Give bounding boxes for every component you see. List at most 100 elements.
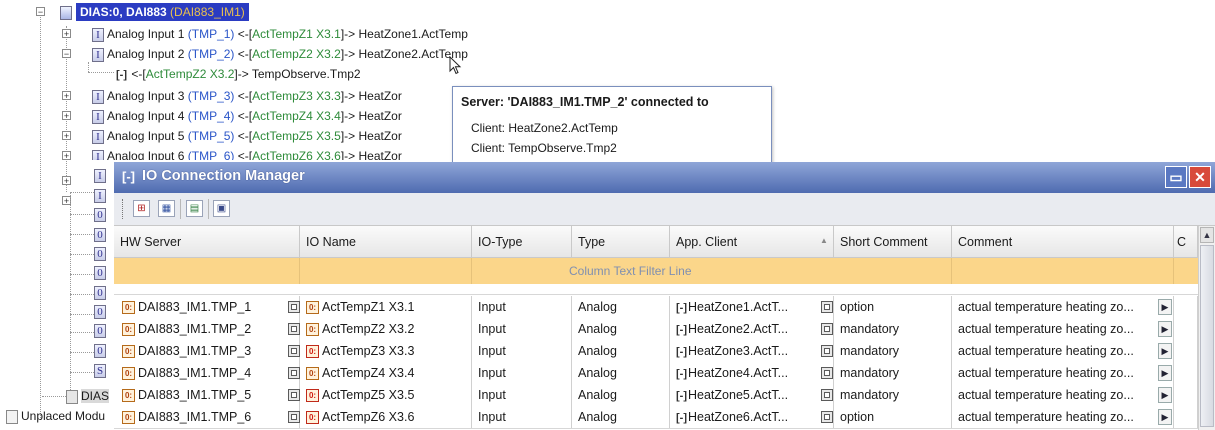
tree-item-analog-input-3[interactable]: + I Analog Input 3 (TMP_3) <-[ActTempZ3 X… <box>62 86 402 106</box>
type-cell[interactable]: Analog <box>572 406 670 428</box>
short-comment-cell[interactable]: option <box>834 296 952 318</box>
column-header-short-comment[interactable]: Short Comment <box>834 226 952 258</box>
tree-item-analog-input-4[interactable]: + I Analog Input 4 (TMP_4) <-[ActTempZ4 X… <box>62 106 402 126</box>
io-name-cell[interactable]: 0: ActTempZ1 X3.1 <box>300 296 472 318</box>
expand-row-arrow-icon[interactable]: ▶ <box>1158 409 1172 425</box>
expand-icon[interactable]: + <box>62 29 71 39</box>
column-header-comment[interactable]: Comment <box>952 226 1174 258</box>
column-header-c[interactable]: C <box>1174 226 1198 258</box>
column-header-type[interactable]: Type <box>572 226 670 258</box>
short-comment-cell[interactable]: mandatory <box>834 362 952 384</box>
io-type-cell[interactable]: Input <box>472 318 572 340</box>
tree-item-unplaced-modules[interactable]: Unplaced Modu <box>6 406 105 426</box>
hw-server-cell[interactable]: 0: DAI883_IM1.TMP_4 <box>114 362 300 384</box>
column-header-io-name[interactable]: IO Name <box>300 226 472 258</box>
app-client-cell[interactable]: [-]HeatZone3.ActT... <box>670 340 834 362</box>
comment-cell[interactable]: actual temperature heating zo... <box>952 384 1174 406</box>
hw-server-cell[interactable]: 0: DAI883_IM1.TMP_2 <box>114 318 300 340</box>
type-cell[interactable]: Analog <box>572 340 670 362</box>
collapse-icon[interactable]: − <box>36 7 45 17</box>
expand-icon[interactable]: + <box>62 176 71 186</box>
app-client-cell[interactable]: [-]HeatZone6.ActT... <box>670 406 834 428</box>
restore-button[interactable]: ▭ <box>1165 166 1187 188</box>
tree-item-analog-input-1[interactable]: + I Analog Input 1 (TMP_1) <-[ActTempZ1 X… <box>62 24 468 44</box>
expand-row-arrow-icon[interactable]: ▶ <box>1158 365 1172 381</box>
hw-server-cell[interactable]: 0: DAI883_IM1.TMP_3 <box>114 340 300 362</box>
app-client-browse-button[interactable] <box>821 345 833 357</box>
io-name-cell[interactable]: 0: ActTempZ4 X3.4 <box>300 362 472 384</box>
expand-icon[interactable]: + <box>62 131 71 141</box>
column-header-io-type[interactable]: IO-Type <box>472 226 572 258</box>
connect-icon[interactable]: ⊞ <box>133 200 150 217</box>
expand-icon[interactable]: + <box>62 111 71 121</box>
table-row[interactable]: 0: DAI883_IM1.TMP_4 0: ActTempZ4 X3.4 Input A… <box>114 362 1198 385</box>
window-titlebar[interactable]: [-] IO Connection Manager ▭ ✕ <box>114 162 1215 193</box>
comment-cell[interactable]: actual temperature heating zo... <box>952 362 1174 384</box>
table-row[interactable]: 0: DAI883_IM1.TMP_3 0: ActTempZ3 X3.3 Input A… <box>114 340 1198 363</box>
collapse-icon[interactable]: − <box>62 49 71 59</box>
hw-server-cell[interactable]: 0: DAI883_IM1.TMP_5 <box>114 384 300 406</box>
type-cell[interactable]: Analog <box>572 296 670 318</box>
type-cell[interactable]: Analog <box>572 318 670 340</box>
short-comment-cell[interactable]: option <box>834 406 952 428</box>
expand-row-arrow-icon[interactable]: ▶ <box>1158 343 1172 359</box>
io-name-cell[interactable]: 0: ActTempZ3 X3.3 <box>300 340 472 362</box>
hw-server-browse-button[interactable] <box>288 411 300 423</box>
expand-row-arrow-icon[interactable]: ▶ <box>1158 321 1172 337</box>
app-client-cell[interactable]: [-]HeatZone4.ActT... <box>670 362 834 384</box>
app-client-cell[interactable]: [-]HeatZone1.ActT... <box>670 296 834 318</box>
type-cell[interactable]: Analog <box>572 362 670 384</box>
disconnect-icon[interactable]: ▦ <box>158 200 175 217</box>
expand-row-arrow-icon[interactable]: ▶ <box>1158 299 1172 315</box>
tree-item-analog-input-6[interactable]: + I Analog Input 6 (TMP_6) <-[ActTempZ6 X… <box>62 146 402 160</box>
expand-icon[interactable]: + <box>62 151 71 160</box>
scroll-thumb[interactable] <box>1200 245 1214 427</box>
app-client-browse-button[interactable] <box>821 389 833 401</box>
app-client-browse-button[interactable] <box>821 301 833 313</box>
filter-icon[interactable]: ▣ <box>213 200 230 217</box>
comment-cell[interactable]: actual temperature heating zo... <box>952 406 1174 428</box>
hw-server-browse-button[interactable] <box>288 323 300 335</box>
hw-server-browse-button[interactable] <box>288 367 300 379</box>
io-type-cell[interactable]: Input <box>472 384 572 406</box>
comment-cell[interactable]: actual temperature heating zo... <box>952 318 1174 340</box>
short-comment-cell[interactable]: mandatory <box>834 340 952 362</box>
hw-server-cell[interactable]: 0: DAI883_IM1.TMP_1 <box>114 296 300 318</box>
app-client-browse-button[interactable] <box>821 323 833 335</box>
short-comment-cell[interactable]: mandatory <box>834 318 952 340</box>
io-name-cell[interactable]: 0: ActTempZ2 X3.2 <box>300 318 472 340</box>
app-client-browse-button[interactable] <box>821 411 833 423</box>
short-comment-cell[interactable]: mandatory <box>834 384 952 406</box>
tree-root-row[interactable]: − <box>36 2 75 22</box>
table-row[interactable]: 0: DAI883_IM1.TMP_1 0: ActTempZ1 X3.1 Input A… <box>114 296 1198 319</box>
expand-icon[interactable]: + <box>62 91 71 101</box>
column-header-app-client[interactable]: App. Client <box>670 226 834 258</box>
hw-server-browse-button[interactable] <box>288 345 300 357</box>
io-type-cell[interactable]: Input <box>472 296 572 318</box>
app-client-browse-button[interactable] <box>821 367 833 379</box>
table-row[interactable]: 0: DAI883_IM1.TMP_6 0: ActTempZ6 X3.6 Input A… <box>114 406 1198 429</box>
table-row[interactable]: 0: DAI883_IM1.TMP_2 0: ActTempZ2 X3.2 Input A… <box>114 318 1198 341</box>
io-name-cell[interactable]: 0: ActTempZ5 X3.5 <box>300 384 472 406</box>
toolbar-grip[interactable] <box>122 199 125 219</box>
type-cell[interactable]: Analog <box>572 384 670 406</box>
comment-cell[interactable]: actual temperature heating zo... <box>952 296 1174 318</box>
app-client-cell[interactable]: [-]HeatZone2.ActT... <box>670 318 834 340</box>
tree-item-dias[interactable]: DIAS <box>66 386 110 406</box>
comment-cell[interactable]: actual temperature heating zo... <box>952 340 1174 362</box>
io-type-cell[interactable]: Input <box>472 340 572 362</box>
table-row[interactable]: 0: DAI883_IM1.TMP_5 0: ActTempZ5 X3.5 Input A… <box>114 384 1198 407</box>
app-client-cell[interactable]: [-]HeatZone5.ActT... <box>670 384 834 406</box>
hw-server-browse-button[interactable] <box>288 389 300 401</box>
tree-subitem-observer[interactable]: [-] <-[ActTempZ2 X3.2]-> TempObserve.Tmp… <box>116 64 361 84</box>
expand-row-arrow-icon[interactable]: ▶ <box>1158 387 1172 403</box>
close-button[interactable]: ✕ <box>1189 166 1211 188</box>
scroll-up-icon[interactable]: ▲ <box>1200 227 1214 243</box>
hw-server-browse-button[interactable] <box>288 301 300 313</box>
column-filter-line[interactable]: Column Text Filter Line <box>114 258 1198 285</box>
tree-root-label[interactable]: DIAS:0, DAI883 (DAI883_IM1) <box>76 3 249 21</box>
io-type-cell[interactable]: Input <box>472 362 572 384</box>
hw-server-cell[interactable]: 0: DAI883_IM1.TMP_6 <box>114 406 300 428</box>
io-name-cell[interactable]: 0: ActTempZ6 X3.6 <box>300 406 472 428</box>
vertical-scrollbar[interactable]: ▲ <box>1198 226 1215 430</box>
